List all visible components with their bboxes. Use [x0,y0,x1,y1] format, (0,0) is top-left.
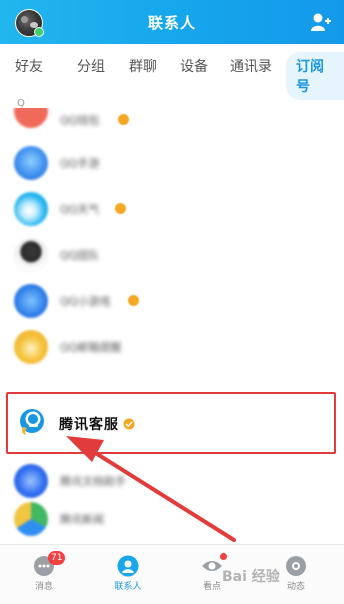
nav-messages[interactable]: 71 消息 [14,545,74,604]
list-item-label: 腾讯客服 [59,417,119,433]
verified-icon [123,418,135,430]
verified-icon [118,114,129,125]
list-item-label: QQ团队 [60,249,100,262]
nav-label: 联系人 [114,582,142,592]
tab-group-chats[interactable]: 群聊 [129,56,157,76]
bottom-navigation: 71 消息 联系人 看点 动态 [0,544,344,604]
qq-weather-icon [14,192,48,226]
watermark: Bai 经验 [222,569,280,585]
verified-icon [115,203,126,214]
top-header: 联系人 [0,0,344,44]
tab-friends[interactable]: 好友 [15,56,43,76]
qq-team-icon [14,238,48,272]
tencent-service-icon [20,409,44,435]
list-item-label: 腾讯新闻 [60,513,104,526]
tencent-docs-icon [14,464,48,498]
qq-mail-icon [14,330,48,364]
contact-tabs: 好友 分组 群聊 设备 通讯录 订阅号 [0,44,344,100]
qq-wallet-icon [14,108,48,128]
tab-devices[interactable]: 设备 [180,56,208,76]
feed-icon [286,556,306,576]
tencent-news-icon [14,502,48,536]
list-item-label: QQ天气 [60,203,100,216]
nav-label: 消息 [34,582,53,592]
highlight-box [6,392,336,454]
list-item-label: QQ邮箱提醒 [60,341,122,354]
nav-contacts[interactable]: 联系人 [98,545,158,604]
list-item-label: QQ小游戏 [60,295,111,308]
qq-games-icon [14,146,48,180]
unread-badge: 71 [48,551,66,565]
verified-icon [128,295,139,306]
tab-address-book[interactable]: 通讯录 [230,56,272,76]
list-item[interactable]: QQ邮箱提醒 [0,320,344,374]
list-item-label: QQ钱包 [60,114,100,127]
tab-groups[interactable]: 分组 [77,56,105,76]
list-item-label: QQ手游 [60,157,100,170]
page-title: 联系人 [147,14,196,32]
qq-minigame-icon [14,284,48,318]
add-contact-icon[interactable] [310,12,332,32]
list-item-label: 腾讯文档助手 [60,475,126,488]
tab-subscriptions[interactable]: 订阅号 [286,52,344,100]
contacts-icon [117,555,139,577]
list-item[interactable]: QQ钱包 [0,108,344,130]
new-content-dot [220,553,227,560]
